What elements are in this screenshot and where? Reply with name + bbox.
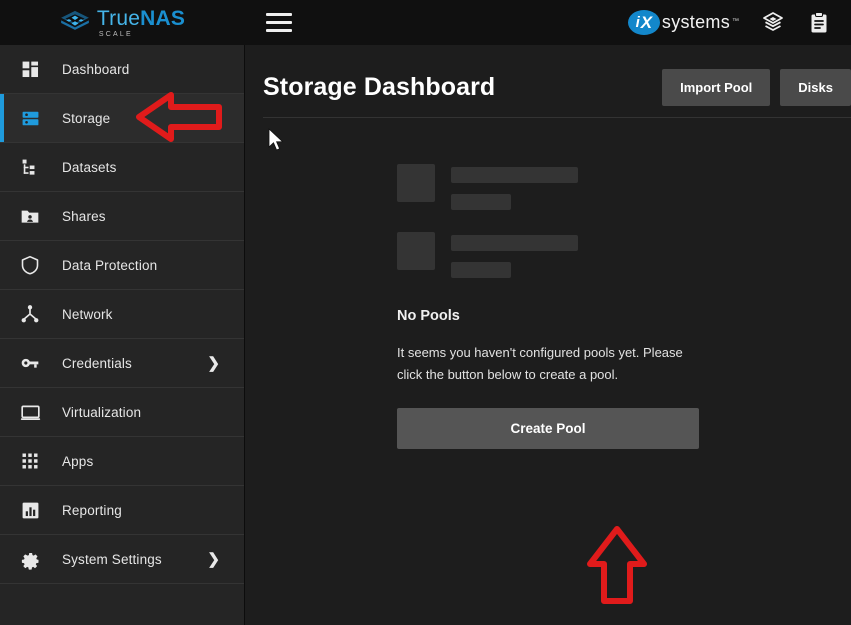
page-header-actions: Import Pool Disks (662, 69, 851, 106)
topbar-right-group: iX systems ™ (628, 10, 851, 36)
top-bar: TrueNAS SCALE iX systems ™ (0, 0, 851, 45)
sidebar-item-label: Credentials (62, 356, 132, 371)
sidebar-item-data-protection[interactable]: Data Protection (0, 241, 244, 290)
empty-state: No Pools It seems you haven't configured… (245, 118, 851, 449)
sidebar-item-credentials[interactable]: Credentials ❯ (0, 339, 244, 388)
ix-letter-x: X (641, 13, 652, 33)
sidebar-item-label: System Settings (62, 552, 162, 567)
brand-name-nas: NAS (140, 7, 185, 30)
skeleton-bar (451, 262, 511, 278)
ix-letter-i: i (636, 14, 640, 31)
ix-trademark: ™ (732, 18, 739, 25)
monitor-icon (18, 400, 42, 424)
page-header: Storage Dashboard Import Pool Disks (245, 45, 851, 107)
sidebar-empty-row (0, 584, 244, 625)
sidebar-item-storage[interactable]: Storage (0, 94, 244, 143)
pool-skeleton-placeholder (397, 164, 699, 300)
sidebar-item-label: Dashboard (62, 62, 129, 77)
dataset-tree-icon (18, 155, 42, 179)
sidebar-navigation: Dashboard Storage (0, 45, 245, 625)
truenas-scale-app: TrueNAS SCALE iX systems ™ (0, 0, 851, 625)
empty-state-description: It seems you haven't configured pools ye… (397, 342, 699, 386)
sidebar-item-reporting[interactable]: Reporting (0, 486, 244, 535)
ixsystems-badge-icon: iX (628, 10, 660, 35)
sidebar-item-label: Storage (62, 111, 110, 126)
sidebar-item-label: Network (62, 307, 113, 322)
sidebar-item-shares[interactable]: Shares (0, 192, 244, 241)
skeleton-bar (451, 167, 578, 183)
skeleton-row (397, 164, 699, 210)
shares-folder-icon (18, 204, 42, 228)
brand-name-true: True (97, 7, 140, 30)
clipboard-jobs-icon[interactable] (807, 10, 831, 36)
ixsystems-logo: iX systems ™ (628, 10, 739, 35)
sidebar-item-virtualization[interactable]: Virtualization (0, 388, 244, 437)
sidebar-item-label: Virtualization (62, 405, 141, 420)
shield-icon (18, 253, 42, 277)
sidebar-item-apps[interactable]: Apps (0, 437, 244, 486)
skeleton-square (397, 232, 435, 270)
sidebar-item-label: Reporting (62, 503, 122, 518)
bar-chart-icon (18, 498, 42, 522)
dashboard-grid-icon (18, 57, 42, 81)
skeleton-bar (451, 235, 578, 251)
sidebar-item-network[interactable]: Network (0, 290, 244, 339)
apps-grid-icon (18, 449, 42, 473)
empty-state-title: No Pools (397, 308, 699, 324)
key-icon (18, 351, 42, 375)
brand-logo[interactable]: TrueNAS SCALE (0, 0, 245, 45)
network-nodes-icon (18, 302, 42, 326)
sidebar-item-dashboard[interactable]: Dashboard (0, 45, 244, 94)
ix-wordmark: systems (662, 12, 730, 33)
hamburger-line (266, 21, 292, 24)
chevron-right-icon: ❯ (207, 354, 220, 372)
sidebar-item-datasets[interactable]: Datasets (0, 143, 244, 192)
hamburger-menu-icon[interactable] (266, 13, 292, 33)
brand-wordmark: TrueNAS SCALE (97, 8, 185, 38)
main-content: Storage Dashboard Import Pool Disks (245, 45, 851, 625)
brand-subtitle: SCALE (99, 31, 133, 38)
app-body: Dashboard Storage (0, 45, 851, 625)
skeleton-lines (451, 164, 578, 210)
hamburger-line (266, 13, 292, 16)
page-title: Storage Dashboard (263, 73, 495, 102)
gear-icon (18, 547, 42, 571)
layers-cube-icon[interactable] (761, 10, 785, 36)
sidebar-item-label: Data Protection (62, 258, 157, 273)
sidebar-item-label: Shares (62, 209, 106, 224)
sidebar-item-label: Datasets (62, 160, 116, 175)
import-pool-button[interactable]: Import Pool (662, 69, 770, 106)
chevron-right-icon: ❯ (207, 550, 220, 568)
skeleton-row (397, 232, 699, 278)
truenas-logo-icon (60, 10, 90, 36)
skeleton-square (397, 164, 435, 202)
disks-button[interactable]: Disks (780, 69, 851, 106)
hamburger-line (266, 29, 292, 32)
storage-disks-icon (18, 106, 42, 130)
sidebar-item-label: Apps (62, 454, 93, 469)
sidebar-item-system-settings[interactable]: System Settings ❯ (0, 535, 244, 584)
skeleton-bar (451, 194, 511, 210)
empty-state-text: No Pools It seems you haven't configured… (397, 308, 699, 386)
skeleton-lines (451, 232, 578, 278)
create-pool-button[interactable]: Create Pool (397, 408, 699, 449)
